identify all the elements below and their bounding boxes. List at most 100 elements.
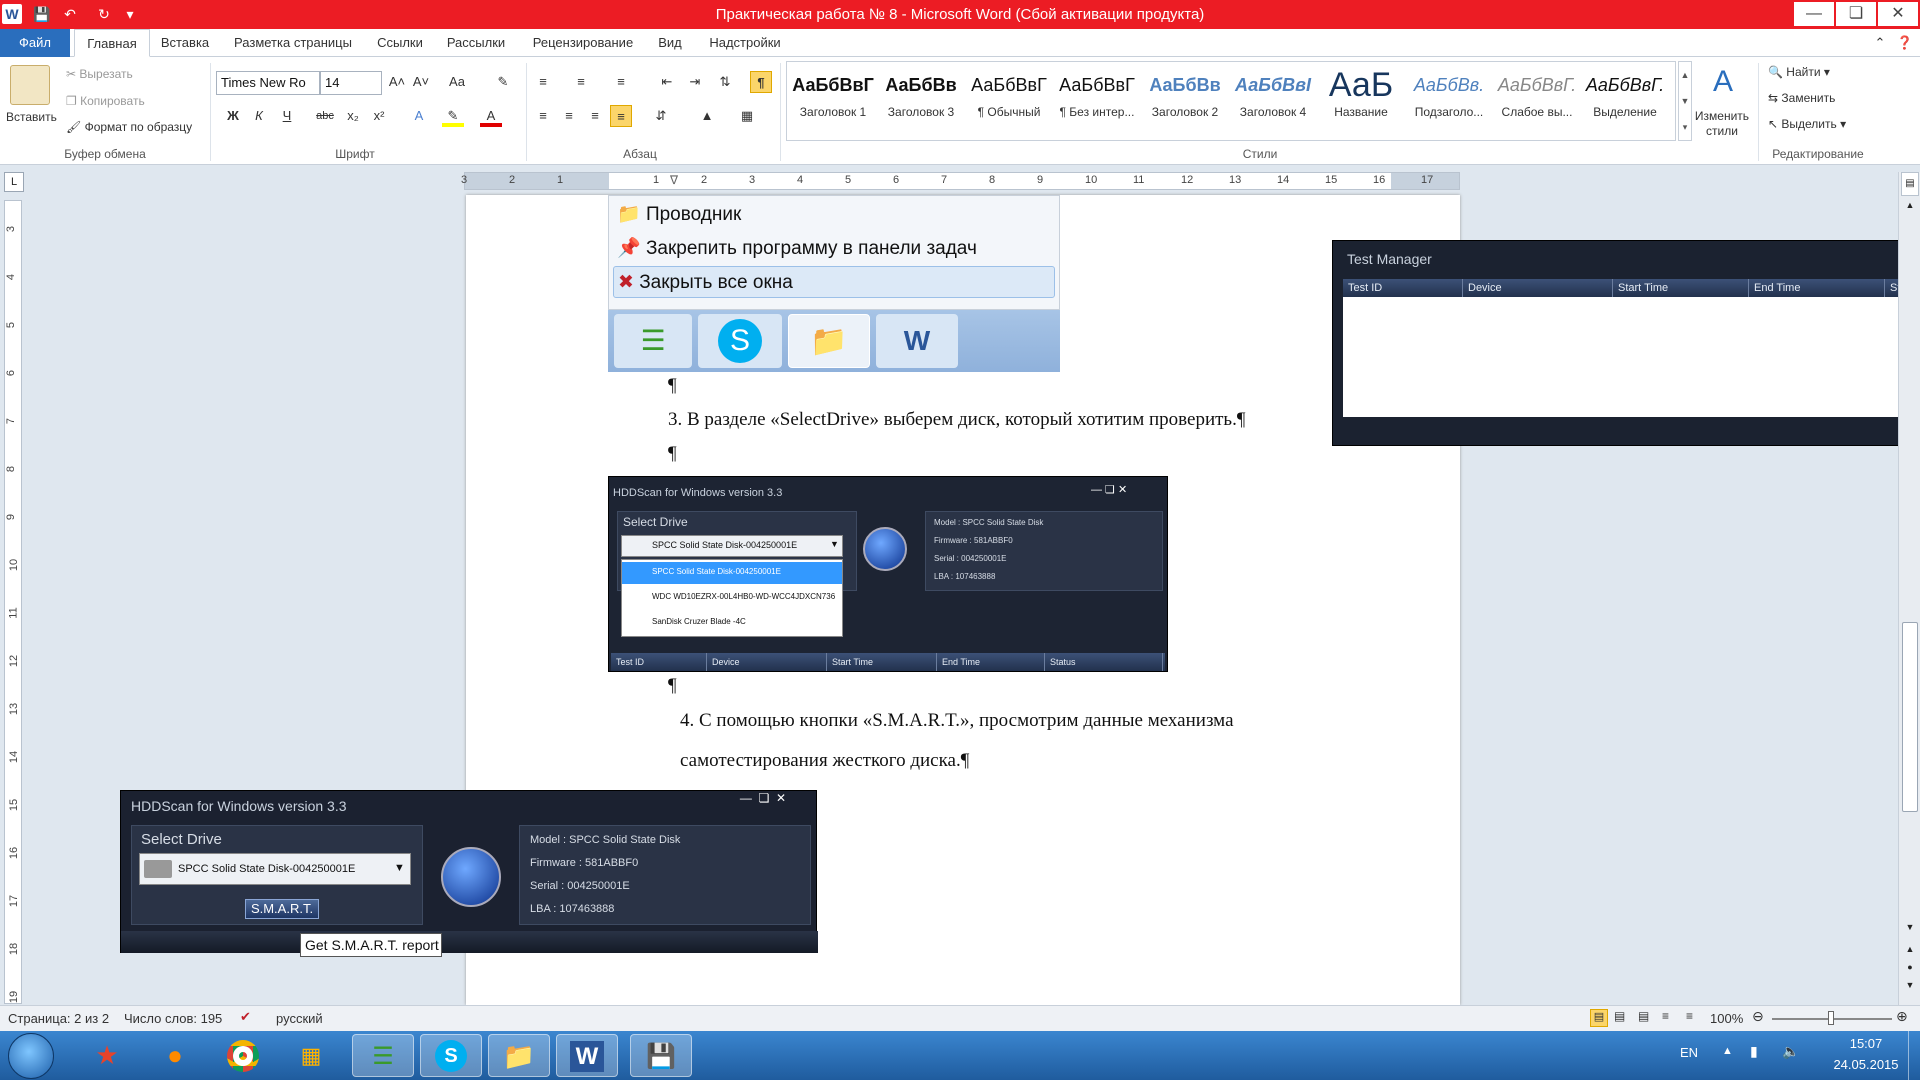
close-button[interactable]: ✕ xyxy=(1878,2,1918,26)
font-color-icon[interactable]: A xyxy=(480,105,502,127)
column-header[interactable]: Start Time xyxy=(1613,279,1749,297)
horizontal-ruler[interactable]: ∇ 3 2 1 1 2 3 4 5 6 7 8 9 10 11 12 13 14 15 16 17 xyxy=(461,172,1460,190)
maximize-button[interactable]: ❏ xyxy=(1836,2,1876,26)
full-screen-icon[interactable]: ▤ xyxy=(1614,1009,1625,1023)
style-heading-2[interactable]: АаБбВв Заголовок 2 xyxy=(1142,65,1228,135)
tab-view[interactable]: Вид xyxy=(650,29,690,57)
tab-selector-icon[interactable]: L xyxy=(4,172,24,192)
superscript-icon[interactable]: x² xyxy=(368,105,390,127)
align-left-icon[interactable]: ≡ xyxy=(532,105,554,127)
decrease-indent-icon[interactable]: ⇤ xyxy=(656,71,678,93)
word-count[interactable]: Число слов: 195 xyxy=(124,1011,222,1026)
ccleaner-icon[interactable]: ★ xyxy=(76,1034,138,1077)
style-heading-4[interactable]: АаБбВвІ Заголовок 4 xyxy=(1230,65,1316,135)
test-list[interactable] xyxy=(1343,297,1920,417)
firefox-icon[interactable]: ● xyxy=(144,1034,206,1077)
bullets-icon[interactable]: ≡ xyxy=(532,71,554,93)
smart-button[interactable]: S.M.A.R.T. xyxy=(245,899,319,919)
tab-references[interactable]: Ссылки xyxy=(368,29,432,57)
increase-indent-icon[interactable]: ⇥ xyxy=(684,71,706,93)
tab-addins[interactable]: Надстройки xyxy=(700,29,790,57)
zoom-in-icon[interactable]: ⊕ xyxy=(1896,1008,1908,1025)
scroll-down-icon[interactable]: ▼ xyxy=(1903,922,1917,936)
style-normal[interactable]: АаБбВвГ ¶ Обычный xyxy=(966,65,1052,135)
previous-page-icon[interactable]: ▲ xyxy=(1903,944,1917,958)
tab-home[interactable]: Главная xyxy=(74,29,150,57)
subscript-icon[interactable]: x₂ xyxy=(342,105,364,127)
tab-page-layout[interactable]: Разметка страницы xyxy=(224,29,362,57)
skype-taskbar-icon[interactable]: S xyxy=(420,1034,482,1077)
input-language[interactable]: EN xyxy=(1680,1045,1698,1060)
zoom-slider-handle[interactable] xyxy=(1828,1011,1834,1025)
tab-insert[interactable]: Вставка xyxy=(152,29,218,57)
help-icon[interactable]: ❓ xyxy=(1893,29,1917,57)
start-button-icon[interactable] xyxy=(8,1033,54,1079)
column-header[interactable]: Test ID xyxy=(1343,279,1463,297)
find-button[interactable]: 🔍 Найти ▾ xyxy=(1768,65,1830,79)
drive-select[interactable]: SPCC Solid State Disk-004250001E ▼ xyxy=(139,853,411,885)
ruler-toggle-icon[interactable]: ▤ xyxy=(1901,172,1919,196)
highlight-icon[interactable]: ✎ xyxy=(442,105,464,127)
vertical-ruler[interactable]: 3 4 5 6 7 8 9 10 11 12 13 14 15 16 17 18 19 xyxy=(4,200,22,1004)
change-styles-button[interactable]: Изменить стили xyxy=(1690,109,1754,139)
tray-expand-icon[interactable]: ▲ xyxy=(1722,1045,1733,1057)
shading-icon[interactable]: ▲ xyxy=(696,105,718,127)
scroll-up-icon[interactable]: ▲ xyxy=(1903,200,1917,214)
clock-time[interactable]: 15:07 xyxy=(1830,1036,1902,1051)
web-layout-icon[interactable]: ▤ xyxy=(1638,1009,1649,1023)
bold-button[interactable]: Ж xyxy=(222,105,244,127)
hddscan-window[interactable]: HDDScan for Windows version 3.3 — ❏ ✕ Se… xyxy=(120,790,818,953)
change-styles-icon[interactable]: A xyxy=(1706,65,1740,99)
network-icon[interactable]: ▮ xyxy=(1750,1043,1758,1060)
apps-grid-icon[interactable]: ▦ xyxy=(280,1034,342,1077)
clear-format-icon[interactable]: ✎ xyxy=(492,71,514,93)
align-right-icon[interactable]: ≡ xyxy=(584,105,606,127)
browse-object-icon[interactable]: ● xyxy=(1903,962,1917,976)
paste-button[interactable]: Вставить xyxy=(6,110,57,124)
test-manager-window[interactable]: Test Manager Test ID Device Start Time E… xyxy=(1332,240,1920,446)
volume-icon[interactable]: 🔈 xyxy=(1782,1043,1799,1060)
column-header[interactable]: End Time xyxy=(1749,279,1885,297)
justify-button[interactable]: ≡ xyxy=(610,105,632,127)
underline-button[interactable]: Ч xyxy=(276,105,298,127)
style-no-spacing[interactable]: АаБбВвГ ¶ Без интер... xyxy=(1054,65,1140,135)
line-spacing-icon[interactable]: ⇵ xyxy=(650,105,672,127)
indent-marker-icon[interactable]: ∇ xyxy=(670,173,678,187)
column-header[interactable]: Device xyxy=(1463,279,1613,297)
minimize-button[interactable]: — xyxy=(1794,2,1834,26)
style-subtitle[interactable]: АаБбВв. Подзаголо... xyxy=(1406,65,1492,135)
font-name-combo[interactable]: Times New Ro xyxy=(216,71,320,95)
word-taskbar-icon[interactable]: W xyxy=(556,1034,618,1077)
explorer-taskbar-icon[interactable]: 📁 xyxy=(488,1034,550,1077)
outline-icon[interactable]: ≡ xyxy=(1662,1009,1669,1023)
replace-button[interactable]: ⇆ Заменить xyxy=(1768,91,1835,105)
tab-mailings[interactable]: Рассылки xyxy=(438,29,514,57)
spelling-check-icon[interactable]: ✔ xyxy=(240,1009,251,1025)
hddscan-window-controls-icon[interactable]: — ❏ ✕ xyxy=(715,791,811,807)
draft-icon[interactable]: ≡ xyxy=(1686,1009,1693,1023)
text-effects-icon[interactable]: A xyxy=(408,105,430,127)
clock-date[interactable]: 24.05.2015 xyxy=(1820,1057,1912,1072)
show-marks-button[interactable]: ¶ xyxy=(750,71,772,93)
format-painter-button[interactable]: 🖌 Формат по образцу xyxy=(66,120,192,134)
style-subtle-emphasis[interactable]: АаБбВвГ. Слабое вы... xyxy=(1494,65,1580,135)
tab-file[interactable]: Файл xyxy=(0,29,70,57)
shrink-font-icon[interactable]: A˅ xyxy=(410,71,432,93)
cut-button[interactable]: ✂ Вырезать xyxy=(66,67,133,81)
hddscan-taskbar-icon[interactable]: 💾 xyxy=(630,1034,692,1077)
paste-icon[interactable] xyxy=(10,65,50,105)
sort-icon[interactable]: ⇅ xyxy=(714,71,736,93)
italic-button[interactable]: К xyxy=(248,105,270,127)
grow-font-icon[interactable]: A˄ xyxy=(386,71,408,93)
zoom-out-icon[interactable]: ⊖ xyxy=(1752,1008,1764,1025)
language-indicator[interactable]: русский xyxy=(276,1011,323,1026)
borders-icon[interactable]: ▦ xyxy=(736,105,758,127)
page-count[interactable]: Страница: 2 из 2 xyxy=(8,1011,109,1026)
wifi-app-taskbar-icon[interactable]: ☰ xyxy=(352,1034,414,1077)
next-page-icon[interactable]: ▼ xyxy=(1903,980,1917,994)
copy-button[interactable]: ❐ Копировать xyxy=(66,94,145,108)
strikethrough-button[interactable]: abc xyxy=(314,105,336,127)
align-center-icon[interactable]: ≡ xyxy=(558,105,580,127)
change-case-icon[interactable]: Aa xyxy=(446,71,468,93)
ribbon-collapse-icon[interactable]: ⌃ xyxy=(1870,29,1890,57)
